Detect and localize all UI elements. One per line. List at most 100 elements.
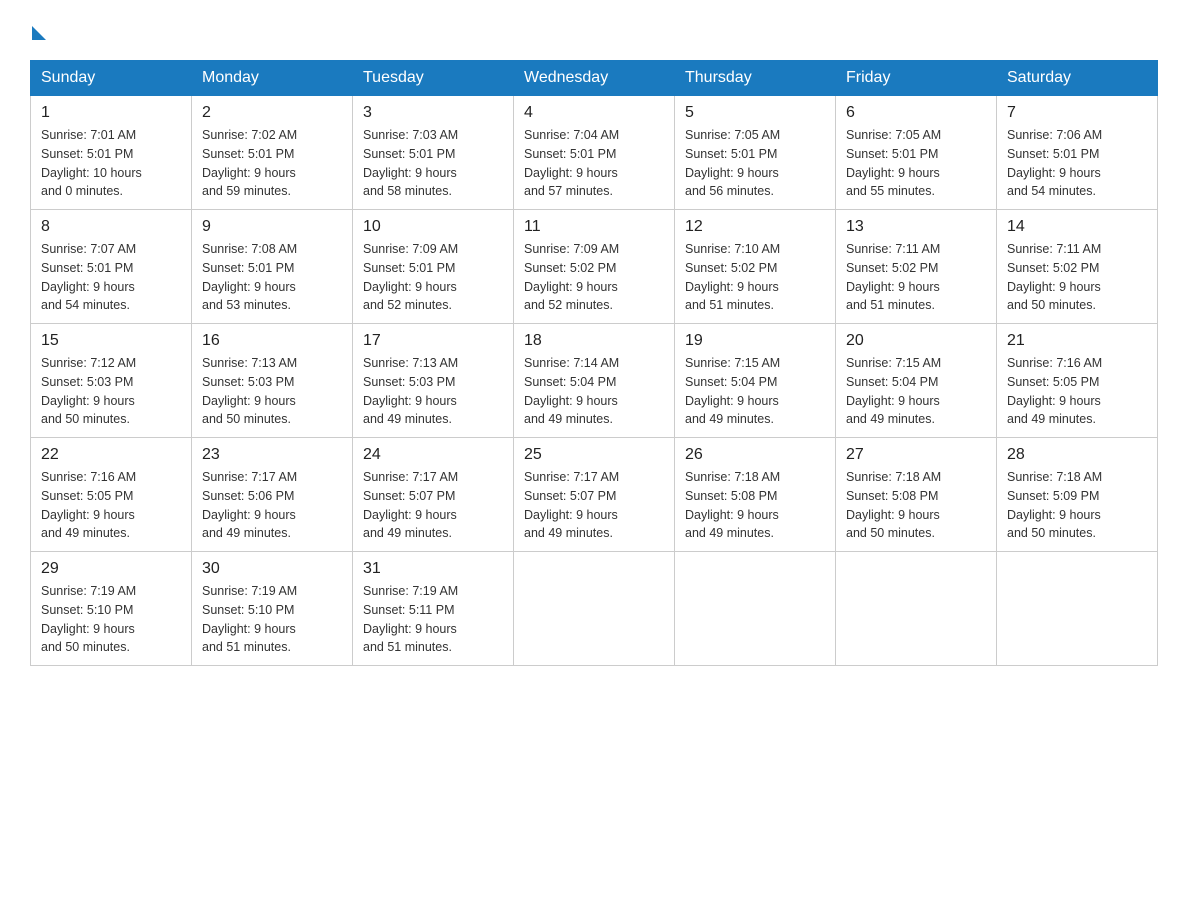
day-number: 6 (846, 104, 986, 122)
day-number: 18 (524, 332, 664, 350)
day-info: Sunrise: 7:13 AMSunset: 5:03 PMDaylight:… (202, 354, 342, 429)
day-info: Sunrise: 7:13 AMSunset: 5:03 PMDaylight:… (363, 354, 503, 429)
calendar-cell: 13 Sunrise: 7:11 AMSunset: 5:02 PMDaylig… (836, 210, 997, 324)
day-number: 31 (363, 560, 503, 578)
day-info: Sunrise: 7:09 AMSunset: 5:01 PMDaylight:… (363, 240, 503, 315)
calendar-cell: 28 Sunrise: 7:18 AMSunset: 5:09 PMDaylig… (997, 438, 1158, 552)
weekday-header-tuesday: Tuesday (353, 61, 514, 96)
day-number: 27 (846, 446, 986, 464)
calendar-cell: 17 Sunrise: 7:13 AMSunset: 5:03 PMDaylig… (353, 324, 514, 438)
day-info: Sunrise: 7:17 AMSunset: 5:07 PMDaylight:… (363, 468, 503, 543)
weekday-header-monday: Monday (192, 61, 353, 96)
calendar-week-row: 1 Sunrise: 7:01 AMSunset: 5:01 PMDayligh… (31, 96, 1158, 210)
day-number: 12 (685, 218, 825, 236)
day-info: Sunrise: 7:04 AMSunset: 5:01 PMDaylight:… (524, 126, 664, 201)
calendar-cell: 31 Sunrise: 7:19 AMSunset: 5:11 PMDaylig… (353, 552, 514, 666)
day-number: 25 (524, 446, 664, 464)
day-number: 24 (363, 446, 503, 464)
day-info: Sunrise: 7:07 AMSunset: 5:01 PMDaylight:… (41, 240, 181, 315)
calendar-week-row: 22 Sunrise: 7:16 AMSunset: 5:05 PMDaylig… (31, 438, 1158, 552)
day-number: 2 (202, 104, 342, 122)
day-info: Sunrise: 7:18 AMSunset: 5:09 PMDaylight:… (1007, 468, 1147, 543)
weekday-header-wednesday: Wednesday (514, 61, 675, 96)
calendar-cell: 26 Sunrise: 7:18 AMSunset: 5:08 PMDaylig… (675, 438, 836, 552)
calendar-cell: 23 Sunrise: 7:17 AMSunset: 5:06 PMDaylig… (192, 438, 353, 552)
day-info: Sunrise: 7:11 AMSunset: 5:02 PMDaylight:… (846, 240, 986, 315)
calendar-cell: 29 Sunrise: 7:19 AMSunset: 5:10 PMDaylig… (31, 552, 192, 666)
calendar-cell: 30 Sunrise: 7:19 AMSunset: 5:10 PMDaylig… (192, 552, 353, 666)
day-number: 23 (202, 446, 342, 464)
day-number: 13 (846, 218, 986, 236)
logo (30, 20, 46, 40)
day-info: Sunrise: 7:02 AMSunset: 5:01 PMDaylight:… (202, 126, 342, 201)
day-info: Sunrise: 7:16 AMSunset: 5:05 PMDaylight:… (1007, 354, 1147, 429)
weekday-header-friday: Friday (836, 61, 997, 96)
day-info: Sunrise: 7:03 AMSunset: 5:01 PMDaylight:… (363, 126, 503, 201)
day-info: Sunrise: 7:19 AMSunset: 5:10 PMDaylight:… (202, 582, 342, 657)
day-number: 20 (846, 332, 986, 350)
calendar-cell: 6 Sunrise: 7:05 AMSunset: 5:01 PMDayligh… (836, 96, 997, 210)
day-info: Sunrise: 7:01 AMSunset: 5:01 PMDaylight:… (41, 126, 181, 201)
day-number: 26 (685, 446, 825, 464)
day-info: Sunrise: 7:18 AMSunset: 5:08 PMDaylight:… (846, 468, 986, 543)
day-info: Sunrise: 7:11 AMSunset: 5:02 PMDaylight:… (1007, 240, 1147, 315)
calendar-cell: 3 Sunrise: 7:03 AMSunset: 5:01 PMDayligh… (353, 96, 514, 210)
day-info: Sunrise: 7:17 AMSunset: 5:07 PMDaylight:… (524, 468, 664, 543)
day-number: 19 (685, 332, 825, 350)
day-number: 16 (202, 332, 342, 350)
calendar-cell: 10 Sunrise: 7:09 AMSunset: 5:01 PMDaylig… (353, 210, 514, 324)
day-number: 1 (41, 104, 181, 122)
calendar-cell: 20 Sunrise: 7:15 AMSunset: 5:04 PMDaylig… (836, 324, 997, 438)
calendar-cell: 25 Sunrise: 7:17 AMSunset: 5:07 PMDaylig… (514, 438, 675, 552)
calendar-cell: 15 Sunrise: 7:12 AMSunset: 5:03 PMDaylig… (31, 324, 192, 438)
day-number: 5 (685, 104, 825, 122)
day-info: Sunrise: 7:06 AMSunset: 5:01 PMDaylight:… (1007, 126, 1147, 201)
day-info: Sunrise: 7:19 AMSunset: 5:11 PMDaylight:… (363, 582, 503, 657)
calendar-cell: 11 Sunrise: 7:09 AMSunset: 5:02 PMDaylig… (514, 210, 675, 324)
day-number: 17 (363, 332, 503, 350)
calendar-cell (836, 552, 997, 666)
weekday-header-sunday: Sunday (31, 61, 192, 96)
day-info: Sunrise: 7:09 AMSunset: 5:02 PMDaylight:… (524, 240, 664, 315)
day-number: 15 (41, 332, 181, 350)
day-number: 21 (1007, 332, 1147, 350)
day-info: Sunrise: 7:10 AMSunset: 5:02 PMDaylight:… (685, 240, 825, 315)
calendar-cell: 8 Sunrise: 7:07 AMSunset: 5:01 PMDayligh… (31, 210, 192, 324)
day-info: Sunrise: 7:05 AMSunset: 5:01 PMDaylight:… (846, 126, 986, 201)
day-number: 28 (1007, 446, 1147, 464)
day-number: 30 (202, 560, 342, 578)
day-number: 10 (363, 218, 503, 236)
day-info: Sunrise: 7:14 AMSunset: 5:04 PMDaylight:… (524, 354, 664, 429)
day-number: 29 (41, 560, 181, 578)
calendar-cell: 21 Sunrise: 7:16 AMSunset: 5:05 PMDaylig… (997, 324, 1158, 438)
weekday-header-thursday: Thursday (675, 61, 836, 96)
day-number: 3 (363, 104, 503, 122)
calendar-week-row: 29 Sunrise: 7:19 AMSunset: 5:10 PMDaylig… (31, 552, 1158, 666)
page-header (30, 20, 1158, 40)
calendar-cell: 27 Sunrise: 7:18 AMSunset: 5:08 PMDaylig… (836, 438, 997, 552)
calendar-cell: 9 Sunrise: 7:08 AMSunset: 5:01 PMDayligh… (192, 210, 353, 324)
calendar-cell: 16 Sunrise: 7:13 AMSunset: 5:03 PMDaylig… (192, 324, 353, 438)
calendar-cell: 1 Sunrise: 7:01 AMSunset: 5:01 PMDayligh… (31, 96, 192, 210)
day-info: Sunrise: 7:15 AMSunset: 5:04 PMDaylight:… (685, 354, 825, 429)
calendar-cell: 12 Sunrise: 7:10 AMSunset: 5:02 PMDaylig… (675, 210, 836, 324)
calendar-cell: 19 Sunrise: 7:15 AMSunset: 5:04 PMDaylig… (675, 324, 836, 438)
day-info: Sunrise: 7:05 AMSunset: 5:01 PMDaylight:… (685, 126, 825, 201)
calendar-cell: 22 Sunrise: 7:16 AMSunset: 5:05 PMDaylig… (31, 438, 192, 552)
calendar-cell: 24 Sunrise: 7:17 AMSunset: 5:07 PMDaylig… (353, 438, 514, 552)
day-number: 7 (1007, 104, 1147, 122)
day-info: Sunrise: 7:16 AMSunset: 5:05 PMDaylight:… (41, 468, 181, 543)
day-info: Sunrise: 7:08 AMSunset: 5:01 PMDaylight:… (202, 240, 342, 315)
weekday-header-saturday: Saturday (997, 61, 1158, 96)
calendar-cell: 14 Sunrise: 7:11 AMSunset: 5:02 PMDaylig… (997, 210, 1158, 324)
calendar-cell: 7 Sunrise: 7:06 AMSunset: 5:01 PMDayligh… (997, 96, 1158, 210)
calendar-cell: 18 Sunrise: 7:14 AMSunset: 5:04 PMDaylig… (514, 324, 675, 438)
day-number: 22 (41, 446, 181, 464)
calendar-table: SundayMondayTuesdayWednesdayThursdayFrid… (30, 60, 1158, 666)
day-number: 11 (524, 218, 664, 236)
day-info: Sunrise: 7:15 AMSunset: 5:04 PMDaylight:… (846, 354, 986, 429)
day-number: 8 (41, 218, 181, 236)
day-number: 14 (1007, 218, 1147, 236)
calendar-week-row: 15 Sunrise: 7:12 AMSunset: 5:03 PMDaylig… (31, 324, 1158, 438)
calendar-cell: 4 Sunrise: 7:04 AMSunset: 5:01 PMDayligh… (514, 96, 675, 210)
